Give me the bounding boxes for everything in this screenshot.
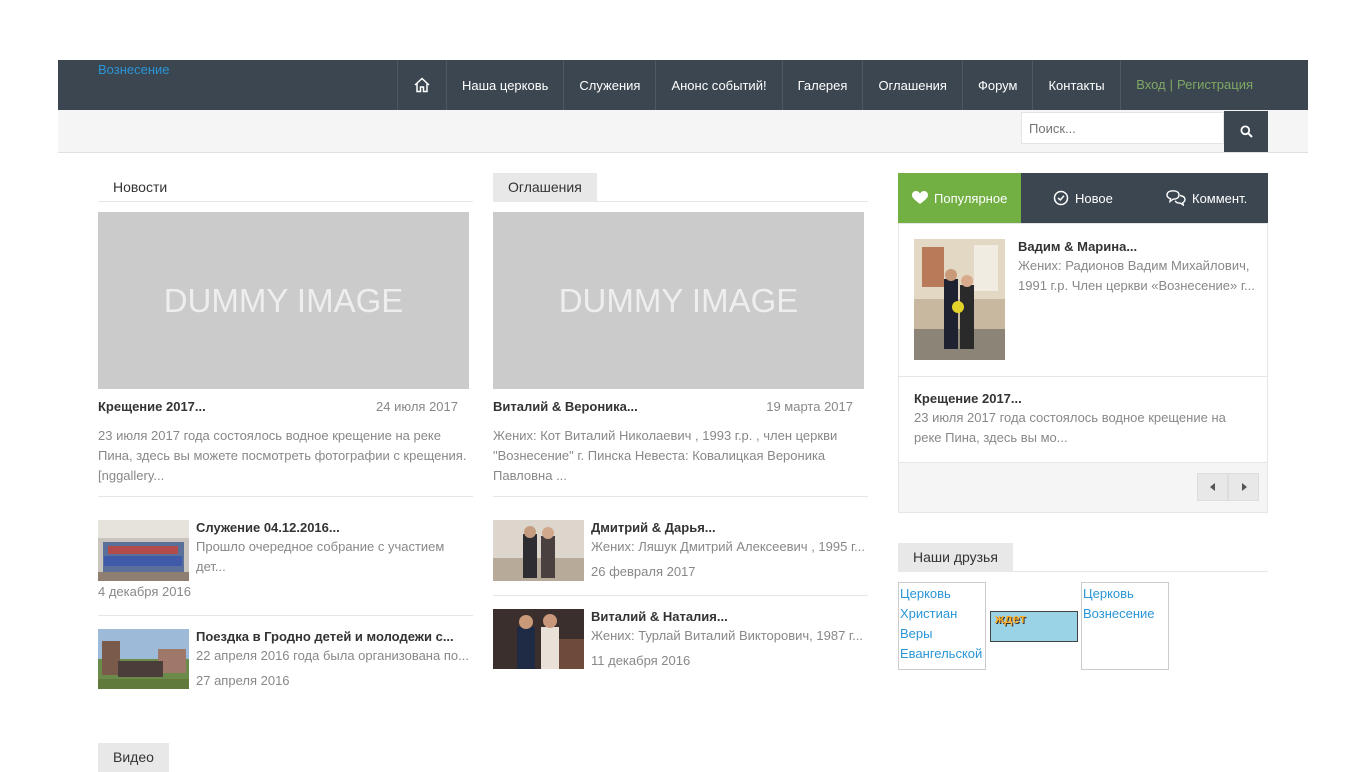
announcements-main-date: 19 марта 2017 — [766, 399, 853, 414]
news-thumb-service[interactable] — [98, 520, 189, 581]
announcement-thumb-vitaly[interactable] — [493, 609, 584, 669]
friend-link-3[interactable]: Церковь Вознесение — [1081, 582, 1169, 670]
friends-heading: Наши друзья — [898, 543, 1268, 572]
news-item-2-date: 27 апреля 2016 — [196, 673, 290, 688]
announcement-item-2-excerpt: Жених: Турлай Виталий Викторович, 1987 г… — [591, 628, 863, 643]
caret-left-icon — [1209, 483, 1215, 491]
tab-panel-footer — [899, 462, 1267, 512]
announcements-heading: Оглашения — [493, 173, 868, 202]
divider — [899, 376, 1267, 377]
announcement-item-1-excerpt: Жених: Ляшук Дмитрий Алексеевич , 1995 г… — [591, 539, 865, 554]
popular-post-2-excerpt: 23 июля 2017 года состоялось водное крещ… — [914, 410, 1226, 445]
site-logo[interactable]: Вознесение — [98, 62, 170, 77]
tab-popular-label: Популярное — [934, 190, 1008, 206]
sidebar-tabs: Популярное Новое Коммент. — [898, 173, 1268, 223]
divider — [98, 615, 473, 616]
nav-announcements[interactable]: Оглашения — [863, 60, 963, 110]
news-item-1-excerpt: Прошло очередное собрание с участием дет… — [196, 539, 445, 574]
clock-check-icon — [1053, 190, 1069, 206]
divider — [493, 496, 868, 497]
divider — [493, 595, 868, 596]
caret-right-icon — [1241, 483, 1247, 491]
popular-post-2-title[interactable]: Крещение 2017... — [914, 391, 1022, 406]
news-main-image[interactable]: DUMMY IMAGE — [98, 212, 469, 389]
news-main-date: 24 июля 2017 — [376, 399, 458, 414]
news-title: Новости — [113, 179, 168, 195]
tab-panel-popular: Вадим & Марина... Жених: Радионов Вадим … — [898, 223, 1268, 513]
tab-new[interactable]: Новое — [1021, 173, 1144, 223]
announcements-title: Оглашения — [493, 173, 597, 202]
announcement-item-1-title[interactable]: Дмитрий & Дарья... — [591, 520, 716, 535]
search-icon — [1240, 125, 1253, 138]
prev-button[interactable] — [1197, 473, 1228, 501]
announcements-main-image[interactable]: DUMMY IMAGE — [493, 212, 864, 389]
main-nav: Наша церковь Служения Анонс событий! Гал… — [397, 60, 1121, 110]
news-thumb-grodno[interactable] — [98, 629, 189, 689]
top-navbar: Вознесение Наша церковь Служения Анонс с… — [58, 60, 1308, 110]
news-item-1-title[interactable]: Служение 04.12.2016... — [196, 520, 340, 535]
search-bar — [58, 110, 1308, 153]
friend-banner-2[interactable]: ждет — [990, 611, 1078, 642]
announcement-item-1-date: 26 февраля 2017 — [591, 564, 696, 579]
announcement-thumb-dmitry[interactable] — [493, 520, 584, 581]
news-item-2-title[interactable]: Поездка в Гродно детей и молодежи с... — [196, 629, 454, 644]
announcements-main-title[interactable]: Виталий & Вероника... — [493, 399, 638, 414]
tab-popular[interactable]: Популярное — [898, 173, 1021, 223]
home-icon[interactable] — [397, 60, 447, 110]
next-button[interactable] — [1228, 473, 1259, 501]
popular-thumb-vadim[interactable] — [914, 239, 1005, 360]
news-item-1-date: 4 декабря 2016 — [98, 584, 191, 599]
announcements-main-excerpt: Жених: Кот Виталий Николаевич , 1993 г.р… — [493, 428, 838, 483]
auth-separator: | — [1169, 77, 1173, 92]
auth-links: Вход | Регистрация — [1136, 77, 1253, 92]
friend-banner-2-label: ждет — [995, 611, 1026, 626]
friend-link-1[interactable]: Церковь Христиан Веры Евангельской — [898, 582, 986, 670]
popular-post-1-title[interactable]: Вадим & Марина... — [1018, 239, 1137, 254]
divider — [98, 496, 473, 497]
tab-comments-label: Коммент. — [1192, 190, 1248, 206]
nav-gallery[interactable]: Галерея — [783, 60, 864, 110]
tab-comments[interactable]: Коммент. — [1144, 173, 1268, 223]
news-main-title[interactable]: Крещение 2017... — [98, 399, 206, 414]
nav-our-church[interactable]: Наша церковь — [447, 60, 565, 110]
nav-ministries[interactable]: Служения — [564, 60, 657, 110]
announcement-item-2-date: 11 декабря 2016 — [591, 653, 691, 668]
search-input[interactable] — [1021, 112, 1224, 144]
news-item-2-excerpt: 22 апреля 2016 года была организована по… — [196, 648, 469, 663]
comments-icon — [1166, 190, 1186, 206]
announcement-item-2-title[interactable]: Виталий & Наталия... — [591, 609, 728, 624]
heart-icon — [912, 191, 928, 204]
news-main-excerpt: 23 июля 2017 года состоялось водное крещ… — [98, 428, 467, 483]
nav-forum[interactable]: Форум — [963, 60, 1034, 110]
popular-post-1-excerpt: Жених: Радионов Вадим Михайлович, 1991 г… — [1018, 258, 1255, 293]
nav-events[interactable]: Анонс событий! — [656, 60, 783, 110]
friends-title: Наши друзья — [898, 543, 1013, 572]
login-link[interactable]: Вход — [1136, 77, 1165, 92]
register-link[interactable]: Регистрация — [1177, 77, 1253, 92]
nav-contacts[interactable]: Контакты — [1033, 60, 1121, 110]
news-heading: Новости — [98, 173, 473, 202]
search-button[interactable] — [1224, 111, 1268, 152]
tab-new-label: Новое — [1075, 190, 1113, 206]
